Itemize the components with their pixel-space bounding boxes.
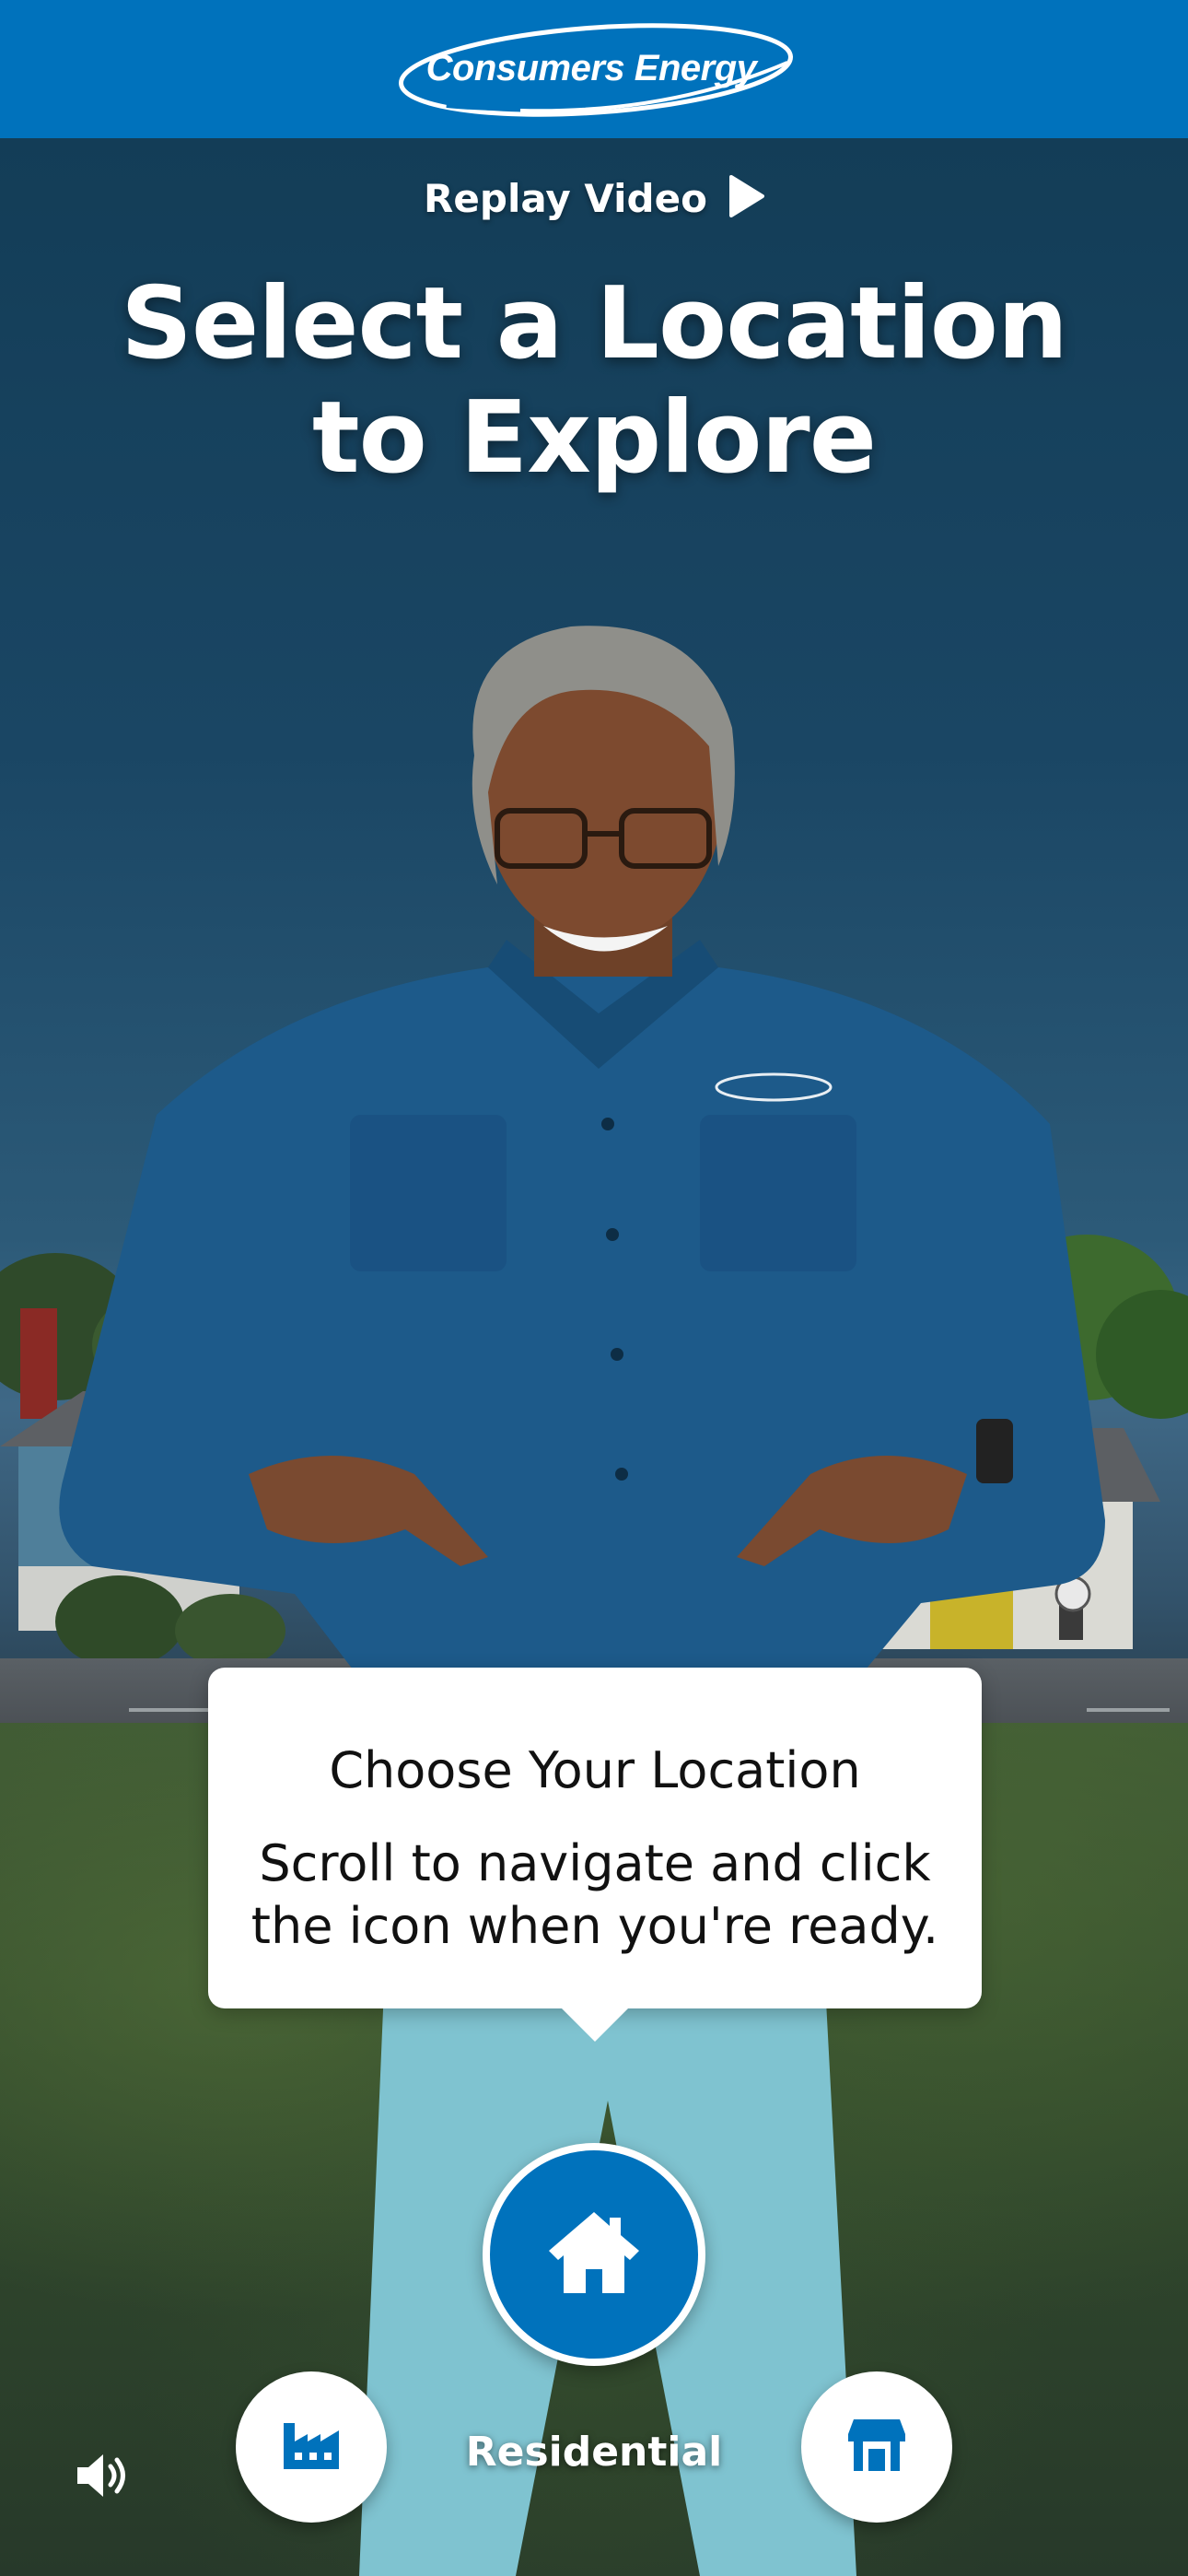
commercial-location-button[interactable] — [801, 2371, 952, 2523]
page-title-line-1: Select a Location — [121, 266, 1068, 381]
replay-video-label: Replay Video — [424, 175, 707, 221]
logo-text: Consumers Energy — [425, 47, 757, 88]
residential-location-button[interactable] — [483, 2143, 705, 2366]
speaker-icon — [76, 2454, 127, 2502]
consumers-energy-logo[interactable]: Consumers Energy — [391, 18, 797, 120]
sound-toggle-button[interactable] — [76, 2453, 127, 2499]
tooltip-body: Scroll to navigate and click the icon wh… — [250, 1834, 939, 1955]
play-icon — [728, 175, 764, 221]
tooltip-title: Choose Your Location — [329, 1741, 861, 1799]
store-icon — [846, 2418, 907, 2476]
site-header: Consumers Energy — [0, 0, 1188, 138]
selected-location-label: Residential — [465, 2429, 723, 2476]
page-title-line-2: to Explore — [312, 381, 877, 496]
page-title: Select a Location to Explore — [0, 267, 1188, 496]
house-icon — [543, 2208, 645, 2301]
replay-video-button[interactable]: Replay Video — [0, 175, 1188, 221]
choose-location-tooltip: Choose Your Location Scroll to navigate … — [208, 1668, 982, 2042]
